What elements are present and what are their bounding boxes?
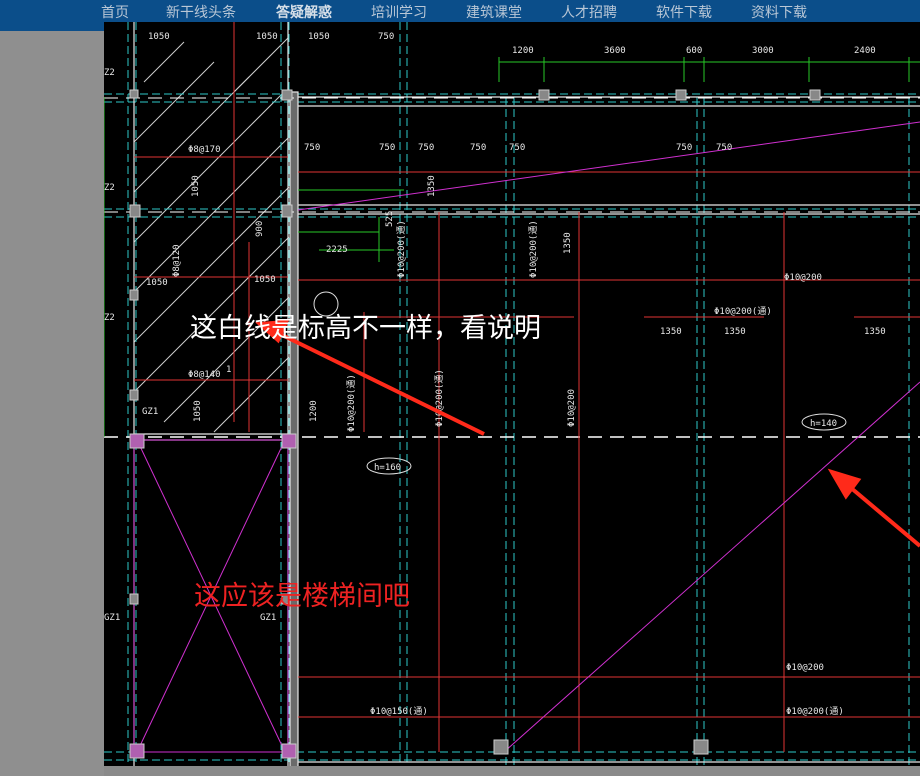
rebar-3: Φ8@140 [188, 370, 221, 380]
nav-item-jobs[interactable]: 人才招聘 [561, 2, 617, 22]
nav-item-software-download[interactable]: 软件下载 [656, 2, 712, 22]
rebar-lines [134, 22, 920, 752]
rebar-v1: Φ10@200(通) [396, 220, 407, 278]
annotation-arrows [255, 319, 920, 548]
dim-lt-1: 1050 [148, 32, 170, 42]
nav-item-docs-download[interactable]: 资料下载 [751, 2, 807, 22]
sdim-v5: 525 [385, 211, 395, 227]
cad-text: 1200 3600 600 3000 2400 1050 1050 1050 7… [104, 32, 886, 717]
sdim-v4: 900 [255, 221, 265, 237]
col-tag-3: Z2 [104, 313, 115, 323]
dim-top-3: 600 [686, 46, 702, 56]
dim-row2-3: 1350 [864, 327, 886, 337]
rebar-12: Φ10@200(通) [786, 706, 844, 717]
rebar-11: Φ10@200 [786, 663, 824, 673]
sdim-v2: 1350 [427, 175, 437, 197]
annotation-red-note: 这应该是楼梯间吧 [194, 581, 410, 612]
sdim-1: 1050 [146, 278, 168, 288]
height-tag-1: h=160 [374, 463, 401, 473]
dim-lt-4: 750 [378, 32, 394, 42]
dim-row-6: 750 [676, 143, 692, 153]
axis-grid [104, 22, 920, 770]
dim-row-1: 750 [304, 143, 320, 153]
dim-top-2: 3600 [604, 46, 626, 56]
height-tag-2: h=140 [810, 419, 837, 429]
dim-row-7: 750 [716, 143, 732, 153]
nav-item-building-class[interactable]: 建筑课堂 [466, 2, 522, 22]
sdim-v3: 1350 [563, 232, 573, 254]
col-tag-5: GZ1 [104, 613, 120, 623]
rebar-10: Φ10@200 [784, 273, 822, 283]
sdim-v6: 1200 [309, 400, 319, 422]
rebar-1: Φ8@170 [188, 145, 221, 155]
dim-row-3: 750 [418, 143, 434, 153]
dim-row-2: 750 [379, 143, 395, 153]
dim-row2-2: 1350 [724, 327, 746, 337]
dim-top-4: 3000 [752, 46, 774, 56]
rebar-v4: Φ10@200(通) [434, 369, 445, 427]
sdim-7: 2225 [326, 245, 348, 255]
cad-drawing-svg: 1200 3600 600 3000 2400 1050 1050 1050 7… [104, 22, 920, 770]
dim-row-5: 750 [509, 143, 525, 153]
axis-label: 1 [226, 365, 231, 375]
beam-outlines [133, 22, 920, 770]
page-bottom-edge [104, 766, 920, 776]
nav-item-headlines[interactable]: 新干线头条 [166, 2, 236, 22]
rebar-v2: Φ10@200(通) [528, 220, 539, 278]
col-tag-6: GZ1 [260, 613, 276, 623]
nav-item-training[interactable]: 培训学习 [371, 2, 427, 22]
dim-top-5: 2400 [854, 46, 876, 56]
rebar-v6: Φ8@120 [172, 244, 182, 277]
dim-row2-1: 1350 [660, 327, 682, 337]
rebar-v3: Φ10@200(通) [346, 374, 357, 432]
rebar-4: Φ10@200(通) [714, 306, 772, 317]
page-margin-left [0, 31, 104, 776]
sdim-v7: 1050 [193, 400, 203, 422]
dim-top-1: 1200 [512, 46, 534, 56]
col-tag-2: Z2 [104, 183, 115, 193]
cad-drawing-image: 1200 3600 600 3000 2400 1050 1050 1050 7… [104, 22, 920, 770]
col-tag-4: GZ1 [142, 407, 158, 417]
dim-lt-2: 1050 [256, 32, 278, 42]
nav-item-home[interactable]: 首页 [101, 2, 129, 22]
dim-row-4: 750 [470, 143, 486, 153]
nav-item-qa[interactable]: 答疑解惑 [276, 2, 332, 22]
rebar-13: Φ10@150(通) [370, 706, 428, 717]
annotation-white-note: 这白线是标高不一样，看说明 [190, 313, 541, 344]
sdim-v1: 1050 [191, 175, 201, 197]
dim-lt-3: 1050 [308, 32, 330, 42]
col-tag-1: Z2 [104, 68, 115, 78]
rebar-v5: Φ10@200 [567, 389, 577, 427]
sdim-2: 1050 [254, 275, 276, 285]
